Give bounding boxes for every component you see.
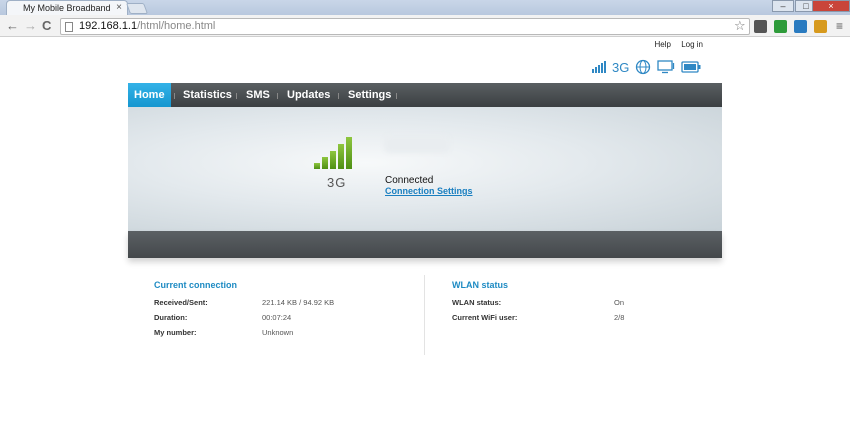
tab-close-icon[interactable]: × (116, 1, 122, 15)
nav-divider (174, 93, 175, 99)
signal-bars-icon (314, 137, 352, 169)
wlan-status-panel: WLAN status WLAN status: On Current WiFi… (452, 280, 692, 328)
browser-tab-bar: My Mobile Broadband × – □ × (0, 0, 850, 15)
nav-divider (396, 93, 397, 99)
row-value: 2/8 (614, 313, 625, 322)
top-links: Help Log in (647, 40, 703, 49)
browser-menu-icon[interactable]: ≡ (836, 19, 843, 33)
info-row: Current WiFi user: 2/8 (452, 313, 692, 328)
globe-icon (636, 59, 651, 75)
row-label: Current WiFi user: (452, 313, 518, 322)
status-icons: 3G (592, 59, 701, 75)
help-link[interactable]: Help (655, 40, 671, 49)
info-row: WLAN status: On (452, 298, 692, 313)
network-type: 3G (612, 59, 630, 75)
current-connection-panel: Current connection Received/Sent: 221.14… (154, 280, 414, 343)
wifi-device-icon (657, 60, 675, 74)
connection-hero: 3G Connected Connection Settings (128, 107, 722, 231)
page-icon (65, 22, 73, 32)
extension-clover-icon[interactable] (774, 20, 787, 33)
browser-tab[interactable]: My Mobile Broadband × (6, 0, 128, 15)
hero-footer-bar (128, 231, 722, 258)
address-bar[interactable]: 192.168.1.1/html/home.html (60, 18, 750, 35)
row-value: 00:07:24 (262, 313, 292, 322)
nav-divider (338, 93, 339, 99)
new-tab-button[interactable] (125, 3, 149, 14)
forward-icon[interactable]: → (24, 18, 37, 34)
hero-network-type: 3G (327, 175, 347, 190)
extension-check-icon[interactable] (794, 20, 807, 33)
nav-sms[interactable]: SMS (246, 83, 270, 107)
login-link[interactable]: Log in (681, 40, 703, 49)
nav-divider (277, 93, 278, 99)
browser-toolbar: ← → C 192.168.1.1/html/home.html ☆ ≡ (0, 15, 850, 37)
info-row: My number: Unknown (154, 328, 414, 343)
connection-status: Connected (385, 175, 434, 186)
tab-title: My Mobile Broadband (23, 3, 111, 13)
nav-home[interactable]: Home (128, 83, 171, 107)
connection-settings-link[interactable]: Connection Settings (385, 186, 473, 196)
nav-updates[interactable]: Updates (287, 83, 330, 107)
row-label: Received/Sent: (154, 298, 208, 307)
extension-gear-icon[interactable] (814, 20, 827, 33)
nav-settings[interactable]: Settings (348, 83, 391, 107)
bookmark-star-icon[interactable]: ☆ (734, 18, 746, 34)
extension-doc-icon[interactable] (754, 20, 767, 33)
panel-divider (424, 275, 425, 355)
row-value: 221.14 KB / 94.92 KB (262, 298, 335, 307)
minimize-button[interactable]: – (772, 0, 794, 12)
info-row: Received/Sent: 221.14 KB / 94.92 KB (154, 298, 414, 313)
battery-icon (681, 61, 701, 73)
row-label: Duration: (154, 313, 188, 322)
window-close-button[interactable]: × (812, 0, 850, 12)
back-icon[interactable]: ← (6, 18, 19, 34)
nav-statistics[interactable]: Statistics (183, 83, 232, 107)
url-host: 192.168.1.1 (79, 20, 138, 32)
operator-name-blurred (384, 135, 450, 153)
wlan-status-title: WLAN status (452, 280, 508, 290)
row-value: Unknown (262, 328, 294, 337)
row-label: WLAN status: (452, 298, 502, 307)
reload-icon[interactable]: C (42, 18, 51, 34)
info-row: Duration: 00:07:24 (154, 313, 414, 328)
url-path: /html/home.html (137, 20, 216, 32)
nav-divider (236, 93, 237, 99)
row-label: My number: (154, 328, 197, 337)
signal-strength-icon (592, 61, 606, 73)
main-nav: Home Statistics SMS Updates Settings (128, 83, 722, 107)
row-value: On (614, 298, 625, 307)
current-connection-title: Current connection (154, 280, 238, 290)
